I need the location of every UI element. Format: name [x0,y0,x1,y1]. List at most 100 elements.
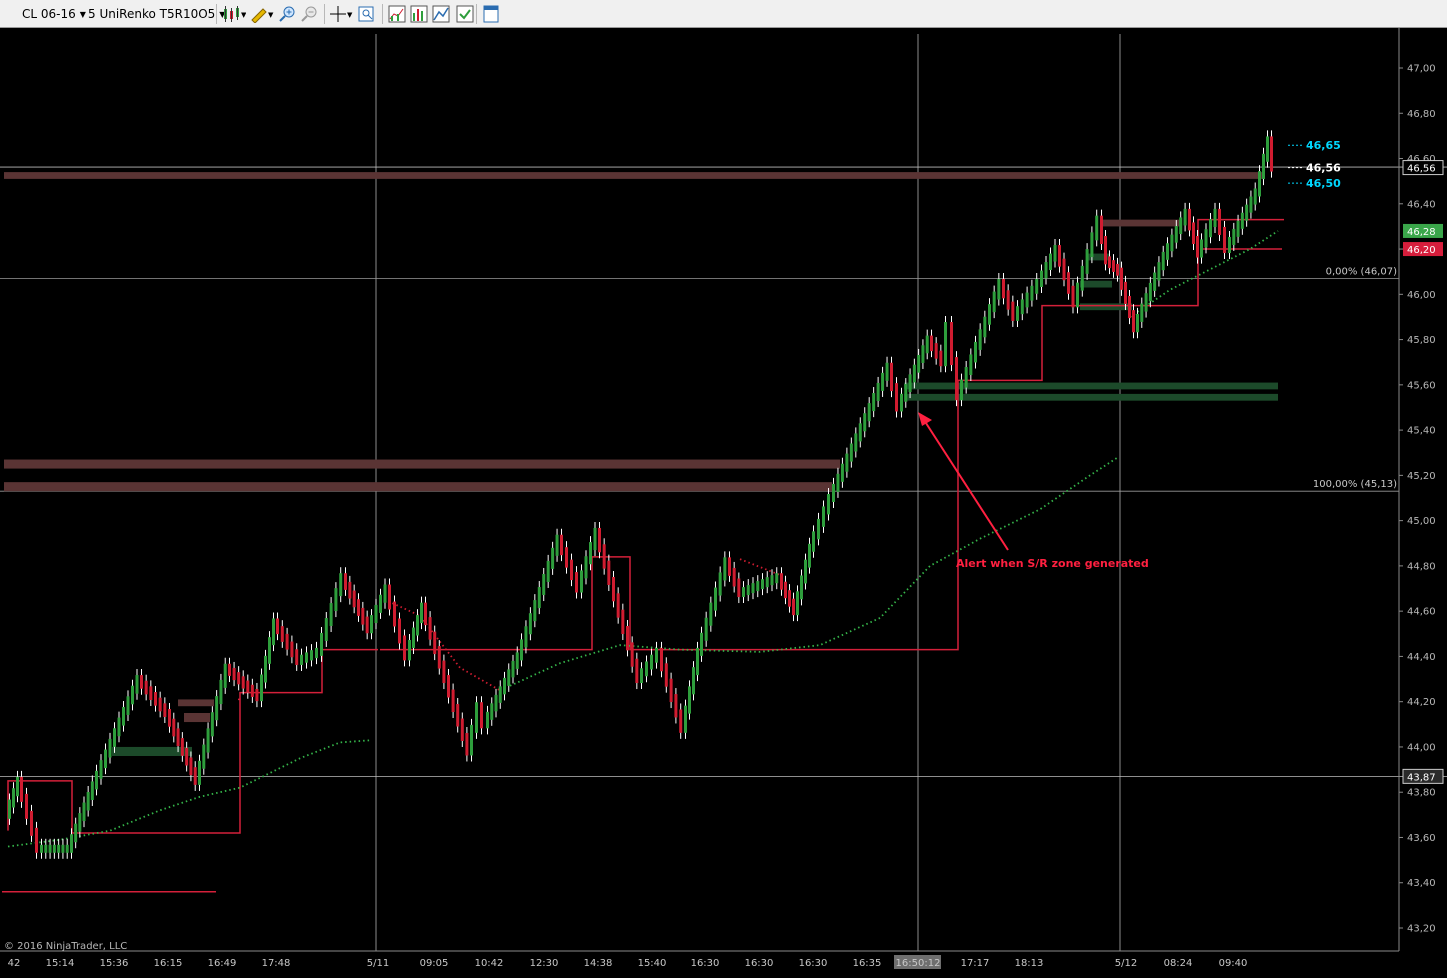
price-tick-label: 44,20 [1407,697,1436,708]
bull-bar [921,345,925,363]
bar-type-icon[interactable]: ▼ [222,5,246,23]
bull-bar [796,591,799,616]
resistance-zone [4,482,832,492]
bull-bar [108,738,112,758]
strategies-icon[interactable] [410,5,428,23]
bear-bar [1218,208,1221,235]
price-chart[interactable]: 0,00% (46,07) 100,00% (45,13) 46,65 46,56 46… [0,28,1447,978]
bear-bar [1196,236,1199,258]
bear-bar [575,572,578,593]
bull-bar [718,572,722,596]
bull-bar [511,660,515,678]
bull-bar [885,362,889,381]
bull-bar [339,573,343,597]
bear-bar [930,335,933,352]
fib-level-label: 100,00% (45,13) [1313,479,1397,490]
bull-bar [645,661,648,677]
bull-bar [640,668,643,684]
bull-bar [854,433,858,452]
period-selector[interactable]: 5 UniRenko T5R10O5 ▼ [88,4,225,24]
bull-bar [219,679,223,705]
bull-bar [1090,232,1094,258]
bull-bar [131,685,134,705]
bull-bar [845,453,849,472]
price-tick-label: 44,00 [1407,742,1436,753]
export-icon[interactable] [456,5,474,23]
bull-bar [383,584,387,603]
bull-bar [800,575,803,600]
zoom-out-icon[interactable] [300,5,318,23]
bull-bar [1253,188,1257,205]
bear-bar [1188,208,1191,231]
instrument-selector[interactable]: CL 06-16 ▼ [22,4,86,24]
bull-bar [988,304,991,325]
bull-bar [684,705,687,733]
bear-bar [398,618,401,644]
draw-tool-icon[interactable]: ▼ [250,5,274,23]
bull-bar [135,675,139,694]
bull-bar [215,696,219,721]
indicators-icon[interactable] [388,5,406,23]
bear-bar [348,581,352,599]
bear-bar [189,757,193,776]
bull-bar [867,403,871,422]
bear-bar [598,527,601,553]
chart-canvas[interactable]: 0,00% (46,07) 100,00% (45,13) 46,65 46,56 46… [0,28,1447,978]
bull-bar [655,647,658,663]
bull-bar [320,632,323,656]
bull-bar [329,603,333,627]
window-linking-icon[interactable] [482,5,500,23]
toolbar-separator [324,4,325,24]
bear-bar [180,738,184,756]
price-tick-label: 44,80 [1407,561,1436,572]
bear-bar [465,732,469,756]
crosshair-icon[interactable]: ▼ [330,5,354,23]
bear-bar [232,667,236,681]
bull-bar [742,587,745,598]
bull-bar [756,581,760,592]
price-axis-badge-label: 46,20 [1407,245,1436,256]
bear-bar [621,609,625,635]
data-box-icon[interactable] [358,5,376,23]
bull-bar [840,463,844,482]
bear-bar [728,557,731,576]
bull-bar [95,770,98,790]
resistance-zone [184,713,210,723]
bull-bar [1025,292,1029,308]
bull-bar [374,604,378,624]
bear-bar [660,647,663,672]
bull-bar [858,423,862,442]
bear-bar [1124,281,1127,304]
bull-bar [8,799,11,819]
price-tick-label: 43,40 [1407,878,1436,889]
bear-bar [393,601,396,627]
resistance-zone [4,459,840,469]
bull-bar [808,543,811,568]
bull-bar [804,559,807,584]
bear-bar [237,672,241,685]
bear-bar [1108,256,1111,269]
bull-bar [74,823,78,843]
bear-bar [1002,279,1005,299]
bear-bar [570,559,573,581]
period-label: 5 UniRenko T5R10O5 [88,7,216,21]
bull-bar [524,626,528,648]
bull-bar [872,393,876,412]
bull-bar [580,570,583,593]
price-tick-label: 45,20 [1407,471,1436,482]
copyright-text: © 2016 NinjaTrader, LLC [4,941,127,952]
bull-bar [912,364,916,383]
bull-bar [210,712,214,737]
bull-bar [960,379,963,401]
bear-bar [255,688,259,702]
time-tick-label: 14:38 [584,958,613,969]
price-tick-label: 45,60 [1407,380,1436,391]
bull-bar [1266,136,1269,162]
chart-properties-icon[interactable] [432,5,450,23]
bull-bar [904,384,908,402]
bull-bar [817,518,820,540]
zoom-in-icon[interactable] [278,5,296,23]
bull-bar [832,483,835,502]
support-zone [1080,303,1132,311]
bull-bar [992,291,996,313]
